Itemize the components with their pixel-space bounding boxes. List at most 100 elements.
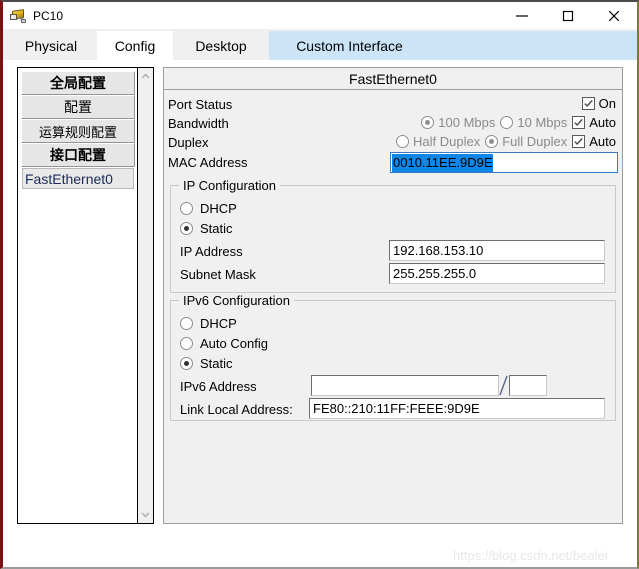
interface-config-panel: FastEthernet0 Port Status On Bandwidth 1… xyxy=(163,67,623,524)
duplex-radio-half-label: Half Duplex xyxy=(413,134,481,149)
tab-bar-filler xyxy=(430,31,637,60)
subnet-mask-label: Subnet Mask xyxy=(180,267,256,282)
sidebar-item-global-settings[interactable]: 全局配置 xyxy=(21,71,135,95)
config-sidebar-list: 全局配置 配置 运算规则配置 接口配置 FastEthernet0 xyxy=(18,68,138,523)
checkbox-checked-icon xyxy=(581,97,595,110)
ipv6-address-label: IPv6 Address xyxy=(180,379,257,394)
ipv6-mode-radio-autoconfig[interactable]: Auto Config xyxy=(180,336,268,351)
panel-title-label: FastEthernet0 xyxy=(349,70,437,87)
ipv6-mode-radio-static[interactable]: Static xyxy=(180,356,233,371)
radio-unselected-icon xyxy=(500,116,514,129)
tab-custom-interface[interactable]: Custom Interface xyxy=(269,31,430,60)
mac-address-input[interactable]: 0010.11EE.9D9E xyxy=(390,152,618,173)
ipv6-configuration-group: IPv6 Configuration DHCP Auto Config Stat… xyxy=(170,293,616,421)
sidebar-scroll-down-button[interactable] xyxy=(138,506,153,523)
tab-physical-label: Physical xyxy=(24,37,78,54)
ipv6-prefix-length-input[interactable] xyxy=(509,375,547,396)
tab-desktop[interactable]: Desktop xyxy=(173,31,269,60)
sidebar-item-label: 全局配置 xyxy=(50,76,106,92)
bandwidth-auto-label: Auto xyxy=(589,115,616,130)
duplex-radio-full[interactable]: Full Duplex xyxy=(485,134,567,149)
pc-config-window: PC10 Physical Config Desktop Custom Inte… xyxy=(0,0,639,569)
sidebar-item-interface-settings[interactable]: 接口配置 xyxy=(21,143,135,167)
radio-selected-icon xyxy=(421,116,435,129)
minimize-button[interactable] xyxy=(499,2,545,29)
checkbox-checked-icon xyxy=(572,116,586,129)
config-content: 全局配置 配置 运算规则配置 接口配置 FastEthernet0 FastEt… xyxy=(3,60,637,538)
config-sidebar: 全局配置 配置 运算规则配置 接口配置 FastEthernet0 xyxy=(17,67,154,524)
ipv6-mode-radio-static-label: Static xyxy=(200,356,233,371)
sidebar-item-fastethernet0[interactable]: FastEthernet0 xyxy=(22,168,134,189)
checkbox-checked-icon xyxy=(572,135,586,148)
ipv6-address-input[interactable] xyxy=(311,375,499,396)
ip-mode-radio-static-label: Static xyxy=(200,221,233,236)
sidebar-scrollbar[interactable] xyxy=(137,68,153,523)
window-titlebar: PC10 xyxy=(3,2,637,29)
duplex-radio-half[interactable]: Half Duplex xyxy=(396,134,480,149)
link-local-address-label: Link Local Address: xyxy=(180,402,293,417)
link-local-address-value: FE80::210:11FF:FEEE:9D9E xyxy=(313,401,480,416)
window-controls xyxy=(499,2,637,29)
sidebar-item-label: 运算规则配置 xyxy=(38,125,117,141)
duplex-controls: Half Duplex Full Duplex Auto xyxy=(396,134,616,149)
ip-address-input[interactable]: 192.168.153.10 xyxy=(389,240,605,261)
radio-unselected-icon xyxy=(396,135,410,148)
port-status-checkbox-label: On xyxy=(598,96,616,111)
bandwidth-auto-checkbox[interactable]: Auto xyxy=(572,115,616,130)
bandwidth-radio-10mbps-label: 10 Mbps xyxy=(517,115,568,130)
duplex-label: Duplex xyxy=(168,135,209,150)
sidebar-item-label: 接口配置 xyxy=(50,148,106,164)
radio-selected-icon xyxy=(180,222,193,235)
tab-physical[interactable]: Physical xyxy=(5,31,97,60)
ipv6-mode-radio-dhcp[interactable]: DHCP xyxy=(180,316,237,331)
tab-config-label: Config xyxy=(114,37,156,54)
radio-selected-icon xyxy=(485,135,499,148)
window-title: PC10 xyxy=(33,8,64,23)
sidebar-item-settings[interactable]: 配置 xyxy=(21,95,135,119)
duplex-auto-checkbox[interactable]: Auto xyxy=(572,134,616,149)
port-status-label: Port Status xyxy=(168,97,233,112)
subnet-mask-input[interactable]: 255.255.255.0 xyxy=(389,263,605,284)
bandwidth-label: Bandwidth xyxy=(168,116,229,131)
radio-unselected-icon xyxy=(180,317,193,330)
duplex-radio-full-label: Full Duplex xyxy=(502,134,568,149)
sidebar-item-label: 配置 xyxy=(64,100,92,116)
tab-config[interactable]: Config xyxy=(97,31,173,60)
mac-address-value: 0010.11EE.9D9E xyxy=(392,153,493,172)
link-local-address-input[interactable]: FE80::210:11FF:FEEE:9D9E xyxy=(309,398,605,419)
bandwidth-radio-10mbps[interactable]: 10 Mbps xyxy=(500,115,567,130)
bandwidth-radio-100mbps-label: 100 Mbps xyxy=(438,115,496,130)
sidebar-item-algorithm-settings[interactable]: 运算规则配置 xyxy=(21,119,135,143)
maximize-icon xyxy=(562,10,574,21)
panel-title: FastEthernet0 xyxy=(164,68,622,90)
port-status-control: On xyxy=(581,96,616,111)
mac-address-label: MAC Address xyxy=(168,155,248,170)
radio-selected-icon xyxy=(180,357,193,370)
ipv6-mode-radio-dhcp-label: DHCP xyxy=(200,316,237,331)
bandwidth-radio-100mbps[interactable]: 100 Mbps xyxy=(421,115,495,130)
radio-unselected-icon xyxy=(180,202,193,215)
sidebar-item-label: FastEthernet0 xyxy=(25,170,113,187)
duplex-auto-label: Auto xyxy=(589,134,616,149)
tab-bar: Physical Config Desktop Custom Interface xyxy=(3,31,637,60)
ip-mode-radio-dhcp[interactable]: DHCP xyxy=(180,201,237,216)
bandwidth-controls: 100 Mbps 10 Mbps Auto xyxy=(421,115,616,130)
ipv6-configuration-legend: IPv6 Configuration xyxy=(179,293,294,308)
chevron-down-icon xyxy=(141,512,150,518)
sidebar-scroll-up-button[interactable] xyxy=(138,68,153,85)
subnet-mask-value: 255.255.255.0 xyxy=(393,266,477,281)
chevron-up-icon xyxy=(141,73,150,79)
ip-address-label: IP Address xyxy=(180,244,243,259)
minimize-icon xyxy=(516,14,528,17)
radio-unselected-icon xyxy=(180,337,193,350)
close-button[interactable] xyxy=(591,2,637,29)
ipv6-mode-radio-autoconfig-label: Auto Config xyxy=(200,336,268,351)
watermark-text: https://blog.csdn.net/bealei xyxy=(453,548,608,563)
ip-mode-radio-dhcp-label: DHCP xyxy=(200,201,237,216)
ip-mode-radio-static[interactable]: Static xyxy=(180,221,233,236)
maximize-button[interactable] xyxy=(545,2,591,29)
pc-device-icon xyxy=(9,7,27,25)
tab-custom-interface-label: Custom Interface xyxy=(296,37,403,54)
port-status-checkbox[interactable]: On xyxy=(581,96,616,111)
ip-address-value: 192.168.153.10 xyxy=(393,243,484,258)
